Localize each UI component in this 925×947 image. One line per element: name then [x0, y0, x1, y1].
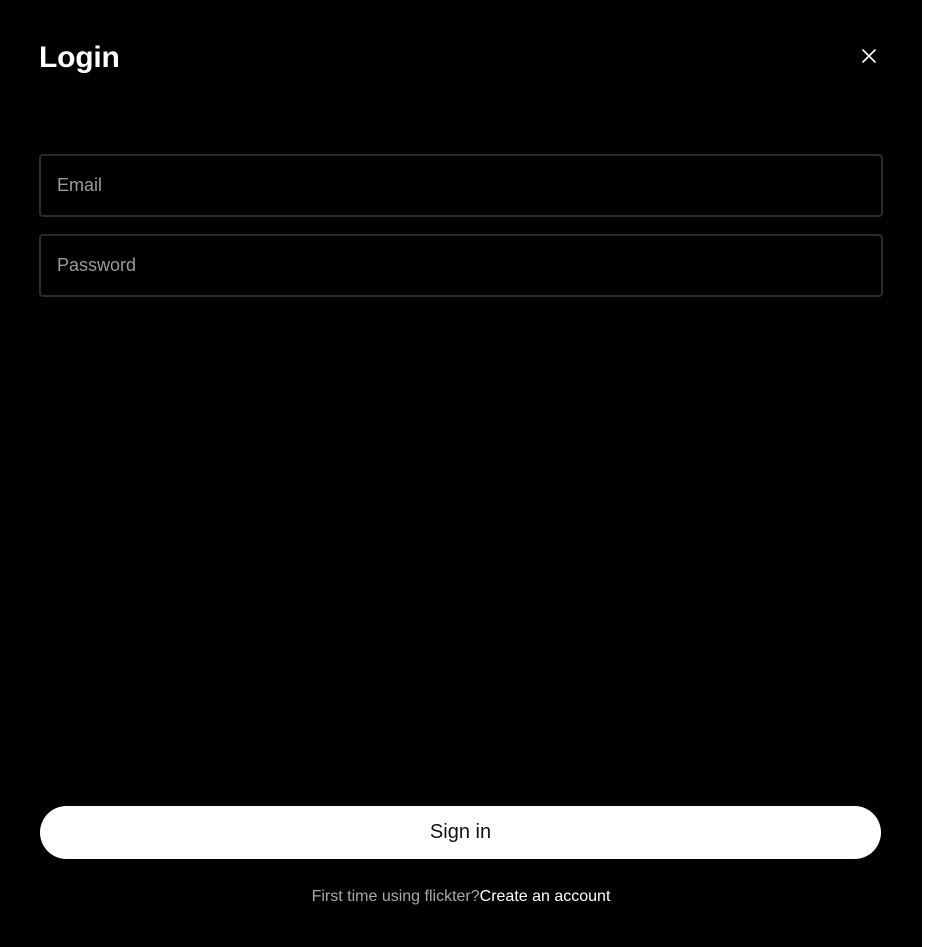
password-field[interactable] [39, 234, 883, 297]
close-icon [862, 49, 876, 63]
login-modal: Login Sign in First time using flickter?… [0, 0, 922, 947]
signup-prompt: First time using flickter?Create an acco… [0, 886, 922, 908]
close-button[interactable] [855, 42, 883, 70]
sign-in-button[interactable]: Sign in [40, 806, 881, 859]
modal-title: Login [39, 41, 120, 74]
signup-prompt-text: First time using flickter? [311, 888, 480, 905]
create-account-link[interactable]: Create an account [480, 888, 611, 905]
email-field[interactable] [39, 154, 883, 217]
